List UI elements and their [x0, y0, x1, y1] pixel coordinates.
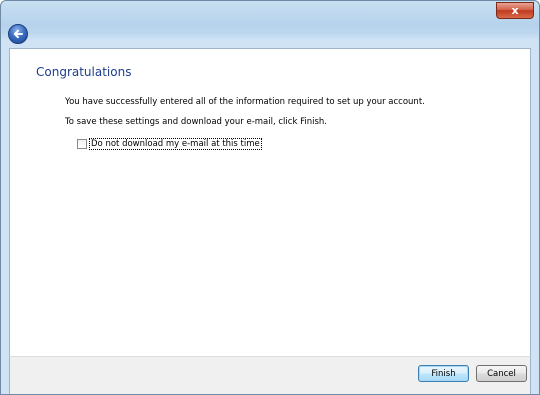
back-button[interactable]	[8, 24, 28, 44]
cancel-button[interactable]: Cancel	[476, 365, 527, 382]
content-pane: Congratulations You have successfully en…	[9, 48, 531, 356]
checkbox-label[interactable]: Do not download my e-mail at this time	[89, 138, 262, 150]
finish-button[interactable]: Finish	[418, 365, 469, 382]
page-title: Congratulations	[36, 65, 132, 79]
title-bar[interactable]: x	[1, 1, 539, 23]
close-icon: x	[511, 4, 519, 17]
button-bar: Finish Cancel	[9, 356, 531, 394]
success-message: You have successfully entered all of the…	[65, 97, 425, 107]
back-arrow-icon	[13, 29, 23, 39]
wizard-window: x Congratulations You have successfully …	[0, 0, 540, 395]
close-button[interactable]: x	[496, 2, 534, 19]
do-not-download-checkbox[interactable]	[77, 139, 87, 149]
download-option[interactable]: Do not download my e-mail at this time	[77, 138, 262, 150]
instruction-message: To save these settings and download your…	[65, 117, 327, 127]
